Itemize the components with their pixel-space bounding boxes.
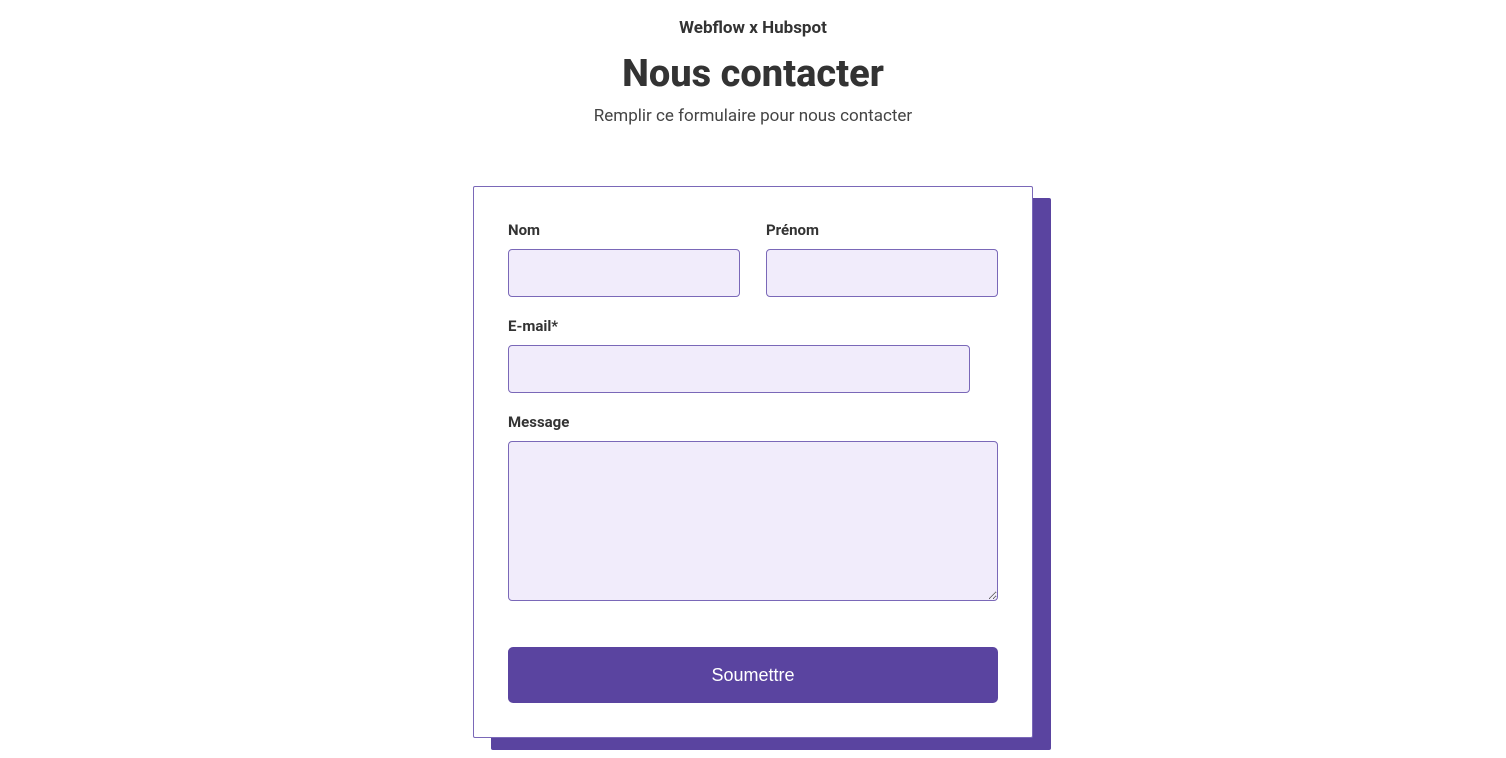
form-card-wrapper: Nom Prénom E-mail* Message Soum <box>473 186 1033 738</box>
form-card: Nom Prénom E-mail* Message Soum <box>473 186 1033 738</box>
page-container: Webflow x Hubspot Nous contacter Remplir… <box>0 0 1506 738</box>
email-label: E-mail* <box>508 317 998 335</box>
nom-label: Nom <box>508 221 740 239</box>
page-title: Nous contacter <box>622 52 884 96</box>
nom-input[interactable] <box>508 249 740 297</box>
email-input[interactable] <box>508 345 970 393</box>
message-label: Message <box>508 413 998 431</box>
message-textarea[interactable] <box>508 441 998 601</box>
form-group-email: E-mail* <box>508 317 998 393</box>
eyebrow-text: Webflow x Hubspot <box>679 18 827 38</box>
submit-button[interactable]: Soumettre <box>508 647 998 703</box>
prenom-label: Prénom <box>766 221 998 239</box>
form-row-name: Nom Prénom <box>508 221 998 297</box>
prenom-input[interactable] <box>766 249 998 297</box>
page-subtitle: Remplir ce formulaire pour nous contacte… <box>594 106 912 126</box>
form-col-nom: Nom <box>508 221 740 297</box>
contact-form: Nom Prénom E-mail* Message Soum <box>508 221 998 703</box>
form-col-prenom: Prénom <box>766 221 998 297</box>
form-group-message: Message <box>508 413 998 601</box>
